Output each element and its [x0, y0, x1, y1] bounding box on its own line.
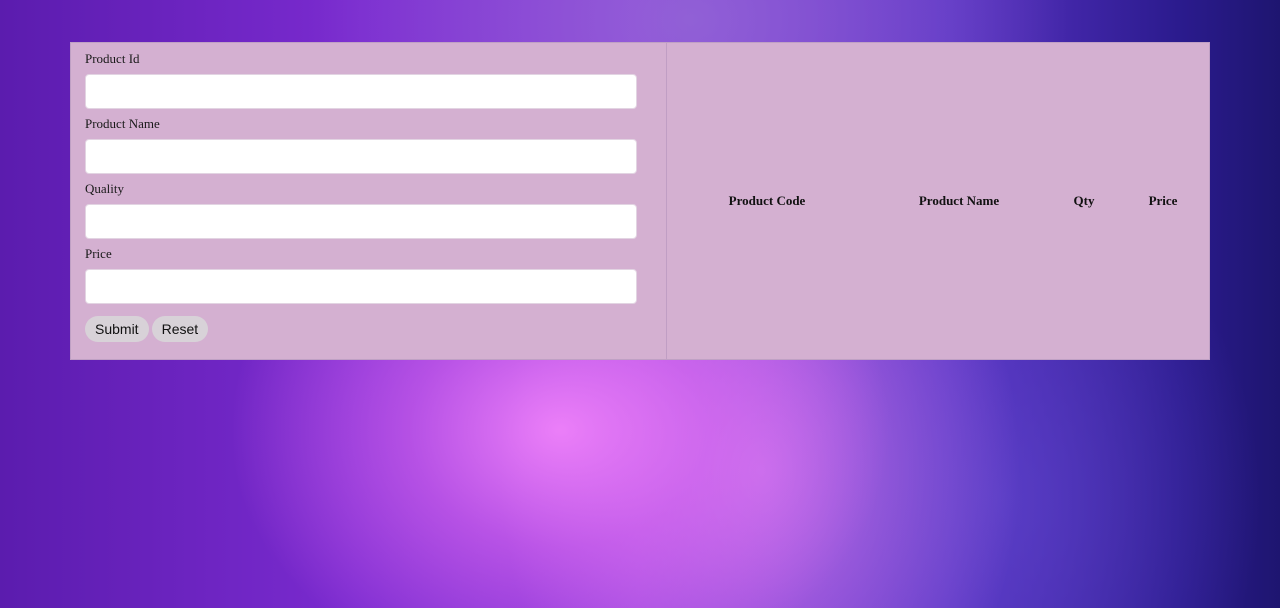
- product-id-input[interactable]: [85, 74, 637, 109]
- quality-input[interactable]: [85, 204, 637, 239]
- header-product-code: Product Code: [728, 193, 806, 208]
- header-qty: Qty: [1073, 193, 1095, 208]
- product-panel: Product Id Product Name Quality Price Su…: [70, 42, 1210, 360]
- table-header-row: Product Code Product Name Qty Price: [667, 191, 1209, 211]
- price-label: Price: [85, 246, 112, 261]
- form-buttons: Submit Reset: [85, 316, 666, 342]
- product-name-input[interactable]: [85, 139, 637, 174]
- product-table-pane: Product Code Product Name Qty Price: [667, 43, 1209, 359]
- price-input[interactable]: [85, 269, 637, 304]
- header-product-name: Product Name: [918, 193, 1000, 208]
- submit-button[interactable]: Submit: [85, 316, 149, 342]
- product-name-label: Product Name: [85, 116, 160, 131]
- reset-button[interactable]: Reset: [151, 316, 209, 342]
- product-id-label: Product Id: [85, 51, 140, 66]
- header-price: Price: [1148, 193, 1178, 208]
- product-table: Product Code Product Name Qty Price: [667, 191, 1209, 211]
- quality-label: Quality: [85, 181, 124, 196]
- product-form: Product Id Product Name Quality Price Su…: [71, 43, 667, 359]
